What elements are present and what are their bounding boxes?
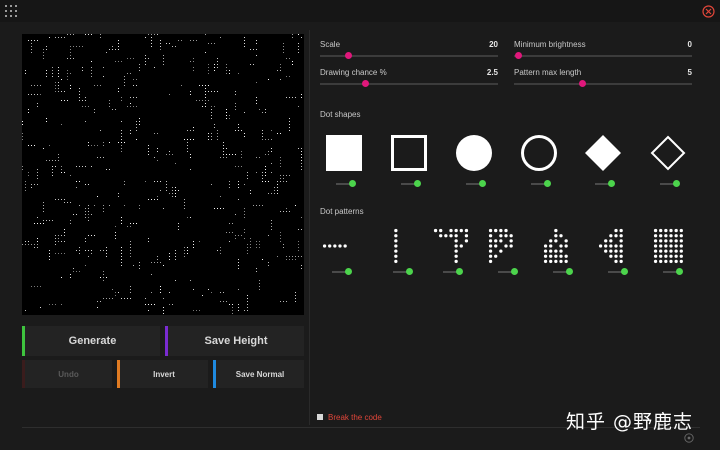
slider-value: 2.5 bbox=[486, 68, 498, 77]
slider-value: 5 bbox=[687, 68, 692, 77]
close-icon[interactable] bbox=[702, 5, 715, 18]
toggle-knob bbox=[479, 180, 486, 187]
preview-canvas[interactable] bbox=[22, 34, 304, 315]
invert-button-label: Invert bbox=[153, 369, 175, 379]
drawing-chance-slider[interactable]: Drawing chance % 2.5 bbox=[320, 68, 498, 88]
save-normal-button[interactable]: Save Normal bbox=[213, 360, 304, 388]
dot-pattern-option[interactable] bbox=[488, 228, 524, 264]
generate-button-label: Generate bbox=[68, 335, 117, 347]
dot-shape-toggle[interactable] bbox=[531, 180, 551, 188]
dot-shape-option[interactable] bbox=[521, 135, 557, 171]
undo-button-label: Undo bbox=[58, 369, 79, 379]
toggle-knob bbox=[566, 268, 573, 275]
grid-menu-icon[interactable] bbox=[5, 5, 17, 17]
toggle-knob bbox=[456, 268, 463, 275]
dot-shape-option[interactable] bbox=[326, 135, 362, 171]
dot-pattern-toggle[interactable] bbox=[498, 268, 518, 276]
settings-circle-icon[interactable] bbox=[684, 433, 694, 443]
scale-slider[interactable]: Scale 20 bbox=[320, 40, 498, 60]
left-panel: Generate Save Height Undo Invert Save No… bbox=[22, 34, 304, 389]
save-height-button[interactable]: Save Height bbox=[165, 326, 304, 356]
toggle-knob bbox=[608, 180, 615, 187]
slider-thumb[interactable] bbox=[578, 80, 586, 87]
dot-pattern-toggle[interactable] bbox=[332, 268, 352, 276]
dot-shape-option[interactable] bbox=[391, 135, 427, 171]
vertical-line-pattern-icon bbox=[394, 228, 398, 264]
toggle-knob bbox=[406, 268, 413, 275]
outline-circle-icon bbox=[521, 135, 557, 171]
filled-square-icon bbox=[326, 135, 362, 171]
toggle-knob bbox=[511, 268, 518, 275]
filled-circle-icon bbox=[456, 135, 492, 171]
dot-pattern-option[interactable] bbox=[653, 228, 689, 264]
slider-label: Drawing chance % bbox=[320, 68, 387, 77]
toggle-knob bbox=[349, 180, 356, 187]
slider-track[interactable] bbox=[320, 83, 498, 85]
undo-button[interactable]: Undo bbox=[22, 360, 112, 388]
dot-pattern-toggle[interactable] bbox=[608, 268, 628, 276]
slider-value: 0 bbox=[687, 40, 692, 49]
filled-diamond-icon bbox=[585, 135, 621, 171]
staircase-pattern-icon bbox=[543, 228, 568, 264]
toggle-knob bbox=[673, 180, 680, 187]
outline-square-icon bbox=[391, 135, 427, 171]
slider-thumb[interactable] bbox=[361, 80, 369, 87]
slider-value: 20 bbox=[489, 40, 498, 49]
break-the-code-option[interactable]: Break the code bbox=[317, 412, 382, 422]
dot-shape-toggle[interactable] bbox=[595, 180, 615, 188]
dot-shape-option[interactable] bbox=[456, 135, 492, 171]
slider-label: Minimum brightness bbox=[514, 40, 586, 49]
dot-shape-toggle[interactable] bbox=[336, 180, 356, 188]
panel-divider bbox=[309, 30, 310, 425]
horizontal-line-pattern-icon bbox=[322, 244, 347, 248]
generate-button[interactable]: Generate bbox=[22, 326, 160, 356]
slider-label: Scale bbox=[320, 40, 341, 49]
toggle-knob bbox=[414, 180, 421, 187]
dot-pattern-toggle[interactable] bbox=[443, 268, 463, 276]
dot-pattern-option[interactable] bbox=[433, 228, 469, 264]
dot-pattern-option[interactable] bbox=[322, 228, 358, 264]
dot-pattern-toggle[interactable] bbox=[553, 268, 573, 276]
toggle-knob bbox=[621, 268, 628, 275]
dot-pattern-option[interactable] bbox=[383, 228, 419, 264]
dot-pattern-toggle[interactable] bbox=[393, 268, 413, 276]
dot-shape-option[interactable] bbox=[650, 135, 686, 171]
full-grid-pattern-icon bbox=[653, 228, 683, 264]
top-bar bbox=[0, 0, 720, 22]
save-normal-button-label: Save Normal bbox=[235, 369, 285, 379]
dot-shape-option[interactable] bbox=[585, 135, 621, 171]
toggle-knob bbox=[676, 268, 683, 275]
slider-thumb[interactable] bbox=[514, 52, 522, 59]
dot-shapes-title: Dot shapes bbox=[320, 110, 361, 119]
slider-thumb[interactable] bbox=[345, 52, 353, 59]
toggle-knob bbox=[544, 180, 551, 187]
dot-pattern-option[interactable] bbox=[598, 228, 634, 264]
dot-shape-toggle[interactable] bbox=[401, 180, 421, 188]
slider-label: Pattern max length bbox=[514, 68, 582, 77]
slider-track[interactable] bbox=[514, 83, 692, 85]
outline-diamond-icon bbox=[650, 135, 686, 171]
dot-pattern-toggle[interactable] bbox=[663, 268, 683, 276]
watermark-text: 知乎 @野鹿志 bbox=[566, 411, 694, 433]
diagonal-pattern-icon bbox=[598, 228, 623, 264]
f-pattern-icon bbox=[488, 228, 513, 264]
dot-pattern-option[interactable] bbox=[543, 228, 579, 264]
break-the-code-checkbox[interactable] bbox=[317, 414, 323, 420]
slider-track[interactable] bbox=[514, 55, 692, 57]
dot-shape-toggle[interactable] bbox=[660, 180, 680, 188]
t-pattern-icon bbox=[433, 228, 469, 264]
save-height-button-label: Save Height bbox=[204, 335, 268, 347]
toggle-knob bbox=[345, 268, 352, 275]
dot-shape-toggle[interactable] bbox=[466, 180, 486, 188]
pattern-max-length-slider[interactable]: Pattern max length 5 bbox=[514, 68, 692, 88]
invert-button[interactable]: Invert bbox=[117, 360, 208, 388]
break-the-code-label: Break the code bbox=[328, 412, 382, 422]
dot-patterns-title: Dot patterns bbox=[320, 207, 364, 216]
minimum-brightness-slider[interactable]: Minimum brightness 0 bbox=[514, 40, 692, 60]
